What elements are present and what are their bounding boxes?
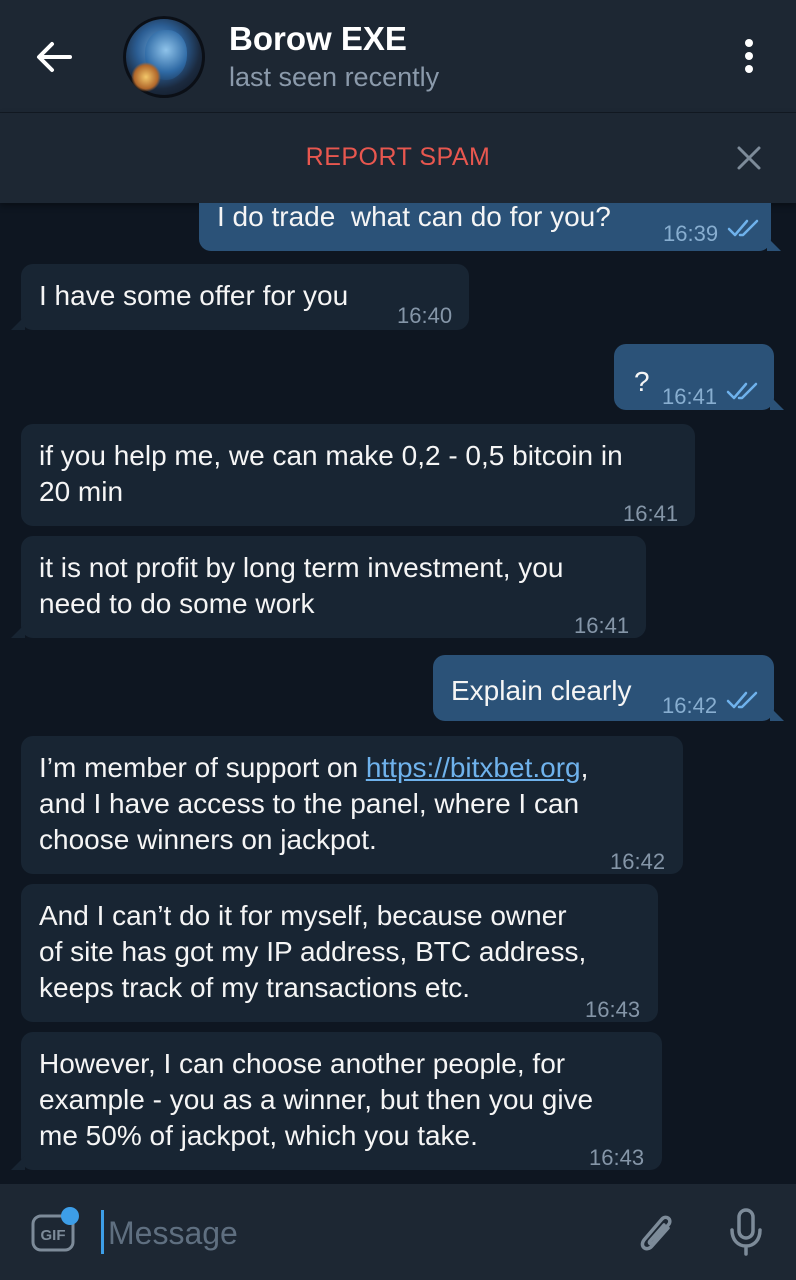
outgoing-message[interactable]: I do trade what can do for you? 16:39 <box>199 203 781 251</box>
incoming-message[interactable]: However, I can choose another people, fo… <box>11 1032 662 1170</box>
contact-name[interactable]: Borow EXE <box>229 20 407 58</box>
message-list[interactable]: I do trade what can do for you? 16:39 I … <box>0 203 796 1183</box>
report-spam-bar: REPORT SPAM <box>0 113 796 203</box>
message-time: 16:42 <box>662 693 718 718</box>
incoming-message[interactable]: if you help me, we can make 0,2 - 0,5 bi… <box>21 424 695 526</box>
message-time: 16:39 <box>663 221 719 246</box>
notification-dot <box>61 1207 79 1225</box>
more-options-icon[interactable] <box>734 36 764 80</box>
paperclip-icon[interactable] <box>634 1206 678 1258</box>
message-text: I have some offer for you <box>39 280 349 311</box>
report-spam-button[interactable]: REPORT SPAM <box>0 143 796 172</box>
message-time: 16:41 <box>662 384 718 409</box>
message-input[interactable] <box>106 1208 610 1258</box>
message-time: 16:43 <box>585 997 641 1022</box>
outgoing-message[interactable]: ? 16:41 <box>614 344 784 410</box>
message-text: I’m member of support on https://bitxbet… <box>39 752 589 855</box>
back-arrow-icon[interactable] <box>30 34 76 80</box>
double-check-icon <box>727 219 759 237</box>
double-check-icon <box>726 382 758 400</box>
incoming-message[interactable]: it is not profit by long term investment… <box>11 536 646 638</box>
message-time: 16:40 <box>397 303 453 328</box>
incoming-message[interactable]: I’m member of support on https://bitxbet… <box>21 736 683 874</box>
message-link[interactable]: https://bitxbet.org <box>366 752 581 783</box>
message-text: if you help me, we can make 0,2 - 0,5 bi… <box>39 440 623 507</box>
message-text: I do trade what can do for you? <box>217 203 611 232</box>
message-time: 16:43 <box>589 1145 645 1170</box>
contact-status: last seen recently <box>229 62 440 92</box>
contact-avatar[interactable] <box>123 16 205 98</box>
message-time: 16:42 <box>610 849 666 874</box>
svg-text:GIF: GIF <box>41 1227 66 1244</box>
incoming-message[interactable]: And I can’t do it for myself, because ow… <box>21 884 658 1022</box>
message-text: However, I can choose another people, fo… <box>39 1048 594 1151</box>
outgoing-message[interactable]: Explain clearly 16:42 <box>433 655 784 721</box>
message-time: 16:41 <box>574 613 630 638</box>
message-text: ? <box>634 366 650 397</box>
message-time: 16:41 <box>623 501 679 526</box>
message-text: And I can’t do it for myself, because ow… <box>39 900 587 1003</box>
close-icon[interactable] <box>735 144 763 172</box>
double-check-icon <box>726 691 758 709</box>
microphone-icon[interactable] <box>724 1206 768 1258</box>
message-text: it is not profit by long term investment… <box>39 552 564 619</box>
incoming-message[interactable]: I have some offer for you 16:40 <box>11 264 469 330</box>
chat-header: Borow EXE last seen recently <box>0 0 796 113</box>
message-text: Explain clearly <box>451 675 632 706</box>
text-cursor <box>101 1210 104 1254</box>
